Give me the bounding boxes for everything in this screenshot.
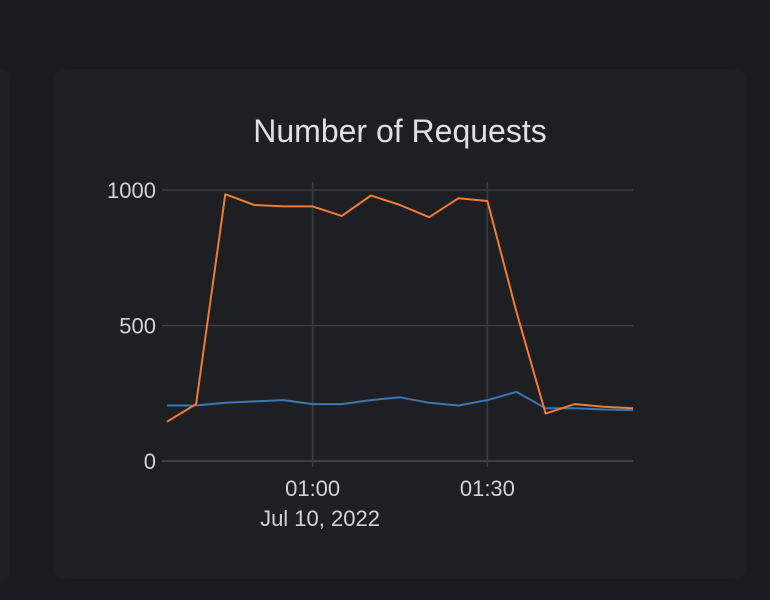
requests-chart: Number of Requests 0 500 1000 01:00 01:30 J… xyxy=(107,113,634,531)
y-tick-label: 1000 xyxy=(107,178,156,203)
x-axis: 01:00 01:30 xyxy=(285,476,515,501)
y-tick-label: 500 xyxy=(119,314,156,339)
x-axis-date-label: Jul 10, 2022 xyxy=(260,506,380,531)
chart-title: Number of Requests xyxy=(253,113,546,149)
series-line xyxy=(166,193,634,423)
x-tick-label: 01:00 xyxy=(285,476,340,501)
x-tick-label: 01:30 xyxy=(460,476,515,501)
series xyxy=(166,193,634,423)
grid xyxy=(162,182,633,467)
y-axis: 0 500 1000 xyxy=(107,178,156,474)
y-tick-label: 0 xyxy=(144,449,156,474)
